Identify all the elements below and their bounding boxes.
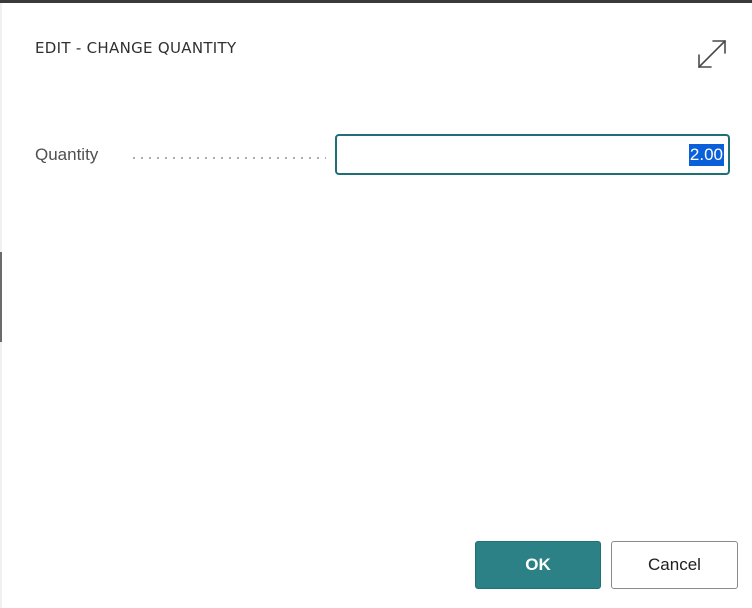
change-quantity-dialog: EDIT - CHANGE QUANTITY Quantity 2.00 OK … <box>0 0 752 608</box>
ok-button[interactable]: OK <box>475 541 601 589</box>
dialog-title: EDIT - CHANGE QUANTITY <box>35 39 237 57</box>
label-leader-dots <box>130 157 326 159</box>
background-edge-accent <box>0 252 2 342</box>
quantity-label: Quantity <box>35 145 99 164</box>
expand-dialog-button[interactable] <box>692 36 728 72</box>
expand-diagonal-icon <box>698 40 726 68</box>
cancel-button[interactable]: Cancel <box>611 541 738 589</box>
quantity-input[interactable]: 2.00 <box>335 134 730 175</box>
dialog-top-border <box>0 0 752 3</box>
quantity-value-selected[interactable]: 2.00 <box>688 143 724 166</box>
